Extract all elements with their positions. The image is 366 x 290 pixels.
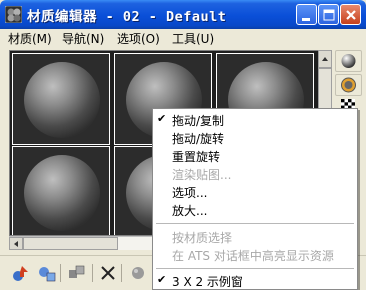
window-title: 材质编辑器 - 02 - Default	[27, 9, 227, 25]
side-toolbar	[332, 48, 366, 110]
menu-material[interactable]: 材质(M)	[8, 30, 52, 47]
title-bar[interactable]: 材质编辑器 - 02 - Default	[0, 0, 366, 29]
sample-slot-4[interactable]	[12, 146, 110, 235]
menu-item-drag-rotate[interactable]: 拖动/旋转	[153, 129, 357, 147]
make-unique-icon[interactable]	[127, 262, 149, 284]
menu-tools[interactable]: 工具(U)	[172, 30, 214, 47]
menu-navigation[interactable]: 导航(N)	[62, 30, 104, 47]
minimize-button[interactable]	[296, 4, 317, 25]
menu-options[interactable]: 选项(O)	[117, 30, 160, 47]
maximize-button[interactable]	[318, 4, 339, 25]
put-to-scene-icon[interactable]	[36, 262, 58, 284]
menu-item-magnify[interactable]: 放大...	[153, 201, 357, 219]
menu-item-select-by-material: 按材质选择	[172, 231, 233, 245]
menu-separator	[156, 223, 354, 224]
delete-icon[interactable]	[97, 262, 119, 284]
sample-slot-context-menu: ✔ 拖动/复制 拖动/旋转 重置旋转 渲染贴图... 选项... 放大... 按…	[152, 108, 358, 290]
sphere-type-icon[interactable]	[335, 50, 362, 72]
toolbar-separator	[60, 264, 61, 282]
checkmark-icon: ✔	[157, 112, 167, 125]
checkmark-icon: ✔	[157, 273, 167, 286]
menu-item-3x2-sample-windows[interactable]: ✔ 3 X 2 示例窗	[153, 272, 357, 290]
menu-item-drag-copy[interactable]: ✔ 拖动/复制	[153, 111, 357, 129]
menu-separator	[156, 268, 354, 269]
close-button[interactable]	[340, 4, 361, 25]
menu-item-highlight-assets-ats: 在 ATS 对话框中高亮显示资源	[172, 249, 334, 263]
menu-bar: 材质(M) 导航(N) 选项(O) 工具(U)	[0, 29, 366, 46]
menu-item-reset-rotation[interactable]: 重置旋转	[153, 147, 357, 165]
scroll-thumb-horizontal[interactable]	[23, 237, 118, 250]
sample-slot-1[interactable]	[12, 53, 110, 145]
assign-to-selection-icon[interactable]	[66, 262, 88, 284]
horizontal-scrollbar[interactable]	[9, 236, 159, 250]
toolbar-separator	[121, 264, 122, 282]
menu-item-render-map: 渲染贴图...	[172, 168, 232, 182]
toolbar-separator	[92, 264, 93, 282]
menu-item-options[interactable]: 选项...	[153, 183, 357, 201]
backlight-icon[interactable]	[335, 74, 362, 96]
get-material-icon[interactable]	[10, 262, 32, 284]
scroll-up-button[interactable]	[318, 50, 332, 68]
material-editor-icon	[4, 5, 23, 24]
background-checker-icon[interactable]	[341, 98, 355, 109]
scroll-left-button[interactable]	[9, 237, 23, 250]
